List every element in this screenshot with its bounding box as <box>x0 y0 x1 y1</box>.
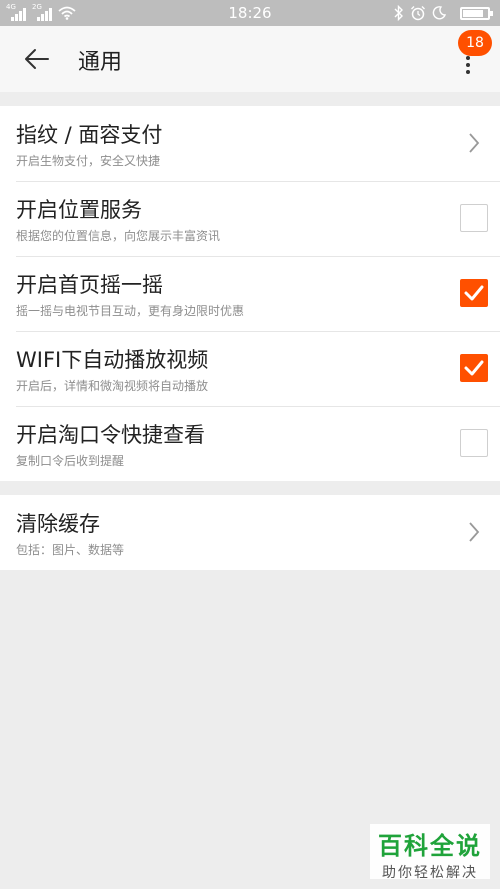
shake-checkbox[interactable] <box>460 279 488 307</box>
app-bar: 通用 18 <box>0 26 500 92</box>
setting-title: 清除缓存 <box>16 512 100 536</box>
notification-badge: 18 <box>458 30 492 56</box>
setting-row-wifi-autoplay[interactable]: WIFI下自动播放视频 开启后，详情和微淘视频将自动播放 <box>0 331 500 406</box>
alarm-icon <box>411 6 425 21</box>
wifi-autoplay-checkbox[interactable] <box>460 354 488 382</box>
setting-title: WIFI下自动播放视频 <box>16 348 209 372</box>
watermark-sub-text: 助你轻松解决 <box>382 865 478 881</box>
watermark-logo: 百科全说 助你轻松解决 <box>370 824 490 881</box>
setting-row-location[interactable]: 开启位置服务 根据您的位置信息，向您展示丰富资讯 <box>0 181 500 256</box>
tao-password-checkbox[interactable] <box>460 429 488 457</box>
setting-row-shake[interactable]: 开启首页摇一摇 摇一摇与电视节目互动，更有身边限时优惠 <box>0 256 500 331</box>
more-dots-icon <box>466 56 470 60</box>
more-dot <box>466 70 470 74</box>
setting-title: 开启首页摇一摇 <box>16 273 163 297</box>
setting-row-clear-cache[interactable]: 清除缓存 包括：图片、数据等 <box>0 495 500 570</box>
setting-title: 指纹 / 面容支付 <box>16 123 163 147</box>
page-title: 通用 <box>78 50 123 75</box>
more-dot <box>466 63 470 67</box>
setting-subtitle: 包括：图片、数据等 <box>16 543 125 557</box>
status-icons <box>394 3 493 23</box>
checkmark-icon <box>464 360 484 376</box>
location-checkbox[interactable] <box>460 204 488 232</box>
chevron-right-icon <box>469 522 480 542</box>
status-bar: 4G 2G 18:26 <box>0 0 500 26</box>
checkmark-icon <box>464 285 484 301</box>
chevron-right-icon <box>469 133 480 153</box>
settings-group: 指纹 / 面容支付 开启生物支付，安全又快捷 开启位置服务 根据您的位置信息，向… <box>0 106 500 481</box>
back-button[interactable] <box>14 39 62 79</box>
arrow-left-icon <box>25 49 49 69</box>
watermark-main-text: 百科全说 <box>378 832 482 860</box>
battery-level-fill <box>463 9 484 17</box>
setting-subtitle: 摇一摇与电视节目互动，更有身边限时优惠 <box>16 304 245 318</box>
cache-group: 清除缓存 包括：图片、数据等 <box>0 495 500 570</box>
setting-subtitle: 根据您的位置信息，向您展示丰富资讯 <box>16 229 221 243</box>
do-not-disturb-moon-icon <box>432 6 446 20</box>
setting-subtitle: 开启生物支付，安全又快捷 <box>16 154 161 168</box>
setting-title: 开启淘口令快捷查看 <box>16 423 205 447</box>
setting-subtitle: 复制口令后收到提醒 <box>16 454 125 468</box>
bluetooth-icon <box>394 5 403 21</box>
setting-title: 开启位置服务 <box>16 198 142 222</box>
battery-icon <box>460 6 493 20</box>
setting-row-biometric-pay[interactable]: 指纹 / 面容支付 开启生物支付，安全又快捷 <box>0 106 500 181</box>
setting-row-tao-password[interactable]: 开启淘口令快捷查看 复制口令后收到提醒 <box>0 406 500 481</box>
setting-subtitle: 开启后，详情和微淘视频将自动播放 <box>16 379 209 393</box>
